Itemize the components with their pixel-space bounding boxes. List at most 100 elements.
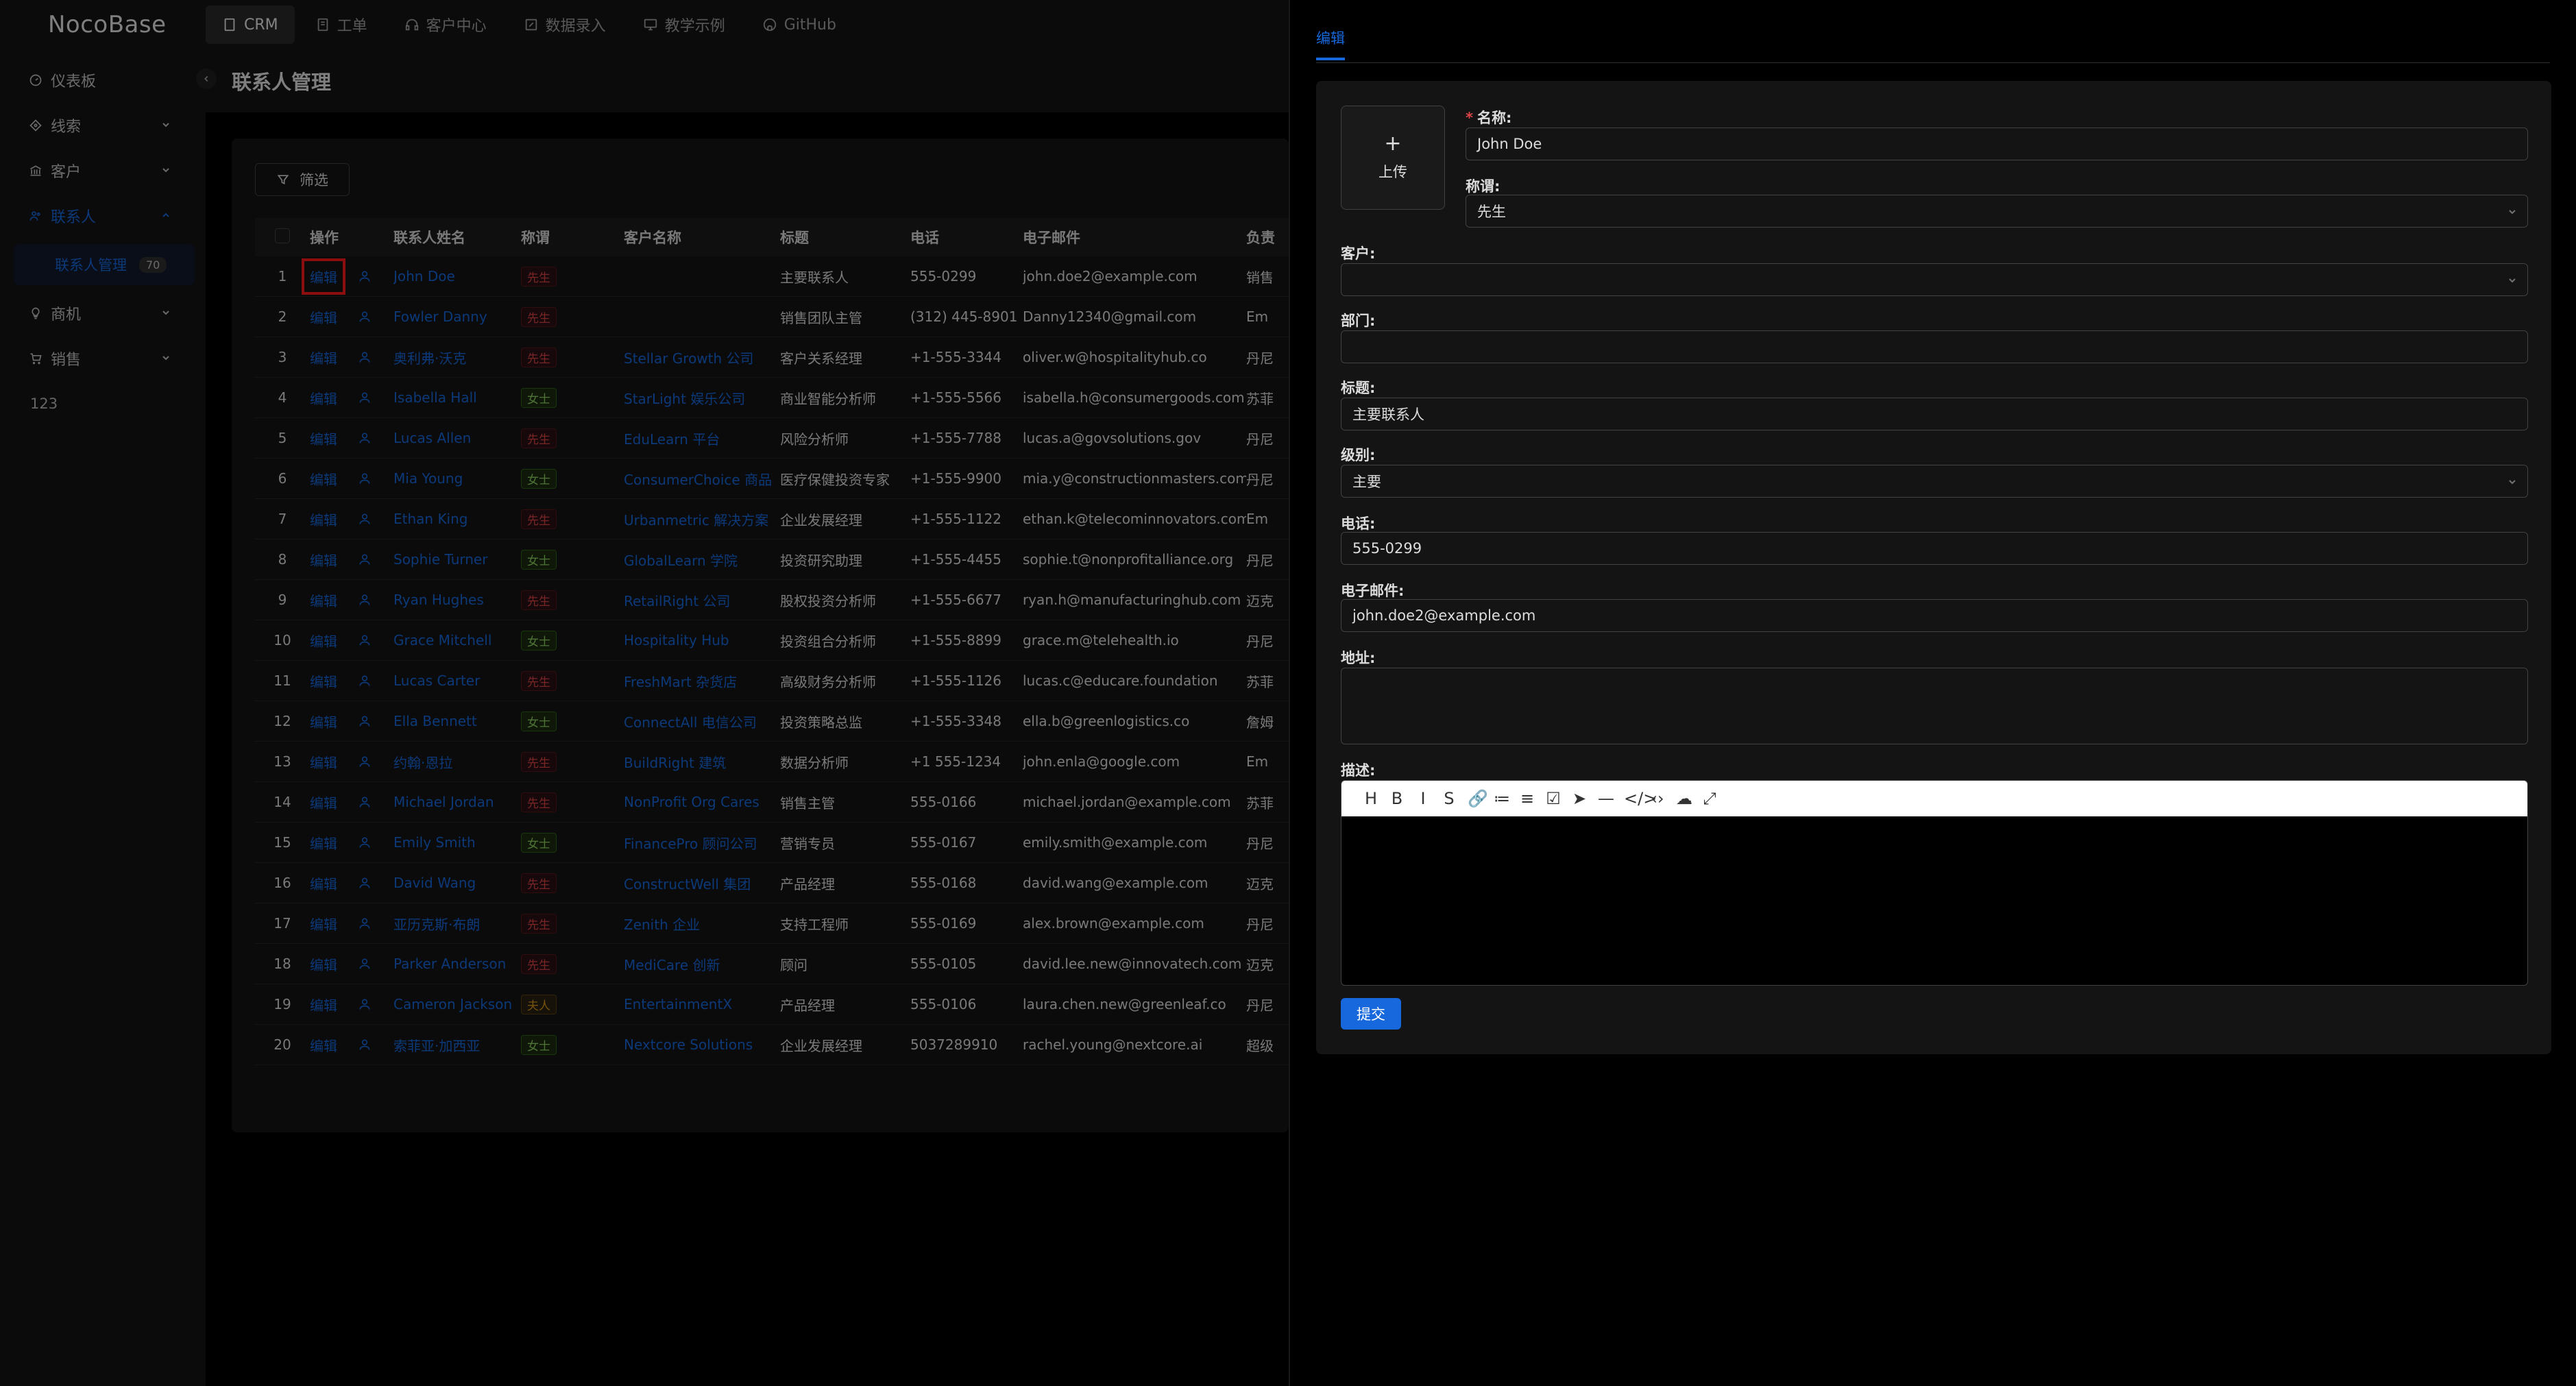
- checklist-icon[interactable]: ☑: [1546, 789, 1561, 808]
- submit-button[interactable]: 提交: [1341, 998, 1401, 1030]
- sidebar-item-contact-management[interactable]: 联系人管理 70: [14, 244, 195, 285]
- edit-link[interactable]: 编辑: [310, 914, 337, 934]
- contact-name-link[interactable]: Emily Smith: [393, 834, 521, 851]
- customer-link[interactable]: RetailRight 公司: [624, 590, 780, 610]
- user-icon[interactable]: [358, 674, 372, 688]
- header-customer[interactable]: 客户名称: [624, 227, 780, 247]
- edit-link[interactable]: 编辑: [310, 550, 337, 570]
- edit-link[interactable]: 编辑: [310, 307, 337, 327]
- user-icon[interactable]: [358, 876, 372, 890]
- user-icon[interactable]: [358, 836, 372, 849]
- user-icon[interactable]: [358, 795, 372, 809]
- customer-link[interactable]: ConsumerChoice 商品: [624, 469, 780, 489]
- edit-link[interactable]: 编辑: [310, 428, 337, 448]
- user-icon[interactable]: [358, 593, 372, 607]
- user-icon[interactable]: [358, 350, 372, 364]
- edit-link[interactable]: 编辑: [310, 833, 337, 853]
- italic-icon[interactable]: I: [1415, 789, 1431, 808]
- customer-link[interactable]: Zenith 企业: [624, 914, 780, 934]
- sidebar-item-dashboard[interactable]: 仪表板: [0, 58, 206, 103]
- contact-name-link[interactable]: Ryan Hughes: [393, 592, 521, 608]
- sidebar-item-customers[interactable]: 客户: [0, 148, 206, 193]
- inline-code-icon[interactable]: ‹›: [1650, 789, 1665, 808]
- contact-name-link[interactable]: John Doe: [393, 268, 521, 284]
- fullscreen-icon[interactable]: ⤢: [1702, 789, 1717, 808]
- sidebar-item-extra[interactable]: 123: [0, 381, 206, 426]
- customer-link[interactable]: FinancePro 顾问公司: [624, 833, 780, 853]
- header-name[interactable]: 联系人姓名: [393, 227, 521, 247]
- edit-link[interactable]: 编辑: [302, 258, 345, 295]
- customer-link[interactable]: Stellar Growth 公司: [624, 348, 780, 367]
- strikethrough-icon[interactable]: S: [1442, 789, 1457, 808]
- header-email[interactable]: 电子邮件: [1023, 227, 1246, 247]
- edit-link[interactable]: 编辑: [310, 631, 337, 651]
- user-icon[interactable]: [358, 997, 372, 1011]
- contact-name-link[interactable]: 索菲亚·加西亚: [393, 1035, 521, 1055]
- customer-select[interactable]: [1341, 263, 2528, 296]
- user-icon[interactable]: [358, 269, 372, 283]
- customer-link[interactable]: Hospitality Hub: [624, 632, 780, 648]
- user-icon[interactable]: [358, 310, 372, 324]
- contact-name-link[interactable]: Parker Anderson: [393, 956, 521, 972]
- header-title[interactable]: 标题: [780, 227, 910, 247]
- customer-link[interactable]: Urbanmetric 解决方案: [624, 509, 780, 529]
- contact-name-link[interactable]: 亚历克斯·布朗: [393, 914, 521, 934]
- edit-link[interactable]: 编辑: [310, 873, 337, 893]
- contact-name-link[interactable]: Michael Jordan: [393, 794, 521, 810]
- name-field[interactable]: John Doe: [1466, 127, 2528, 160]
- edit-link[interactable]: 编辑: [310, 509, 337, 529]
- bullet-list-icon[interactable]: ≔: [1494, 789, 1510, 808]
- edit-link[interactable]: 编辑: [310, 995, 337, 1014]
- sidebar-item-opportunities[interactable]: 商机: [0, 291, 206, 336]
- customer-link[interactable]: GlobalLearn 学院: [624, 550, 780, 570]
- user-icon[interactable]: [358, 512, 372, 526]
- customer-link[interactable]: EduLearn 平台: [624, 428, 780, 448]
- select-all-checkbox[interactable]: [275, 228, 290, 243]
- title-field[interactable]: 主要联系人: [1341, 398, 2528, 430]
- topnav-github[interactable]: GitHub: [746, 5, 853, 44]
- customer-link[interactable]: FreshMart 杂货店: [624, 671, 780, 691]
- edit-link[interactable]: 编辑: [310, 712, 337, 731]
- user-icon[interactable]: [358, 472, 372, 485]
- user-icon[interactable]: [358, 714, 372, 728]
- contact-name-link[interactable]: Ella Bennett: [393, 713, 521, 729]
- salutation-select[interactable]: 先生: [1466, 195, 2528, 228]
- sidebar-item-contacts[interactable]: 联系人: [0, 193, 206, 239]
- header-salutation[interactable]: 称谓: [521, 227, 624, 247]
- edit-link[interactable]: 编辑: [310, 752, 337, 772]
- user-icon[interactable]: [358, 391, 372, 404]
- edit-link[interactable]: 编辑: [310, 348, 337, 367]
- divider-icon[interactable]: —: [1598, 789, 1614, 808]
- user-icon[interactable]: [358, 1038, 372, 1051]
- sidebar-item-sales[interactable]: 销售: [0, 336, 206, 381]
- contact-name-link[interactable]: Grace Mitchell: [393, 632, 521, 648]
- sidebar-item-leads[interactable]: 线索: [0, 103, 206, 148]
- ordered-list-icon[interactable]: ≡: [1520, 789, 1535, 808]
- customer-link[interactable]: Nextcore Solutions: [624, 1036, 780, 1053]
- edit-link[interactable]: 编辑: [310, 1035, 337, 1055]
- topnav-data-entry[interactable]: 数据录入: [507, 5, 622, 44]
- contact-name-link[interactable]: Ethan King: [393, 511, 521, 527]
- user-icon[interactable]: [358, 755, 372, 768]
- upload-icon[interactable]: ☁: [1676, 789, 1692, 808]
- contact-name-link[interactable]: Lucas Allen: [393, 430, 521, 446]
- topnav-crm[interactable]: CRM: [206, 5, 295, 44]
- contact-name-link[interactable]: Lucas Carter: [393, 672, 521, 689]
- header-owner[interactable]: 负责: [1246, 227, 1289, 247]
- link-icon[interactable]: 🔗: [1468, 789, 1488, 808]
- contact-name-link[interactable]: Mia Young: [393, 470, 521, 487]
- upload-button[interactable]: + 上传: [1341, 106, 1445, 210]
- customer-link[interactable]: EntertainmentX: [624, 996, 780, 1012]
- address-textarea[interactable]: [1341, 668, 2528, 744]
- send-icon[interactable]: ➤: [1572, 789, 1587, 808]
- phone-field[interactable]: 555-0299: [1341, 532, 2528, 565]
- edit-link[interactable]: 编辑: [310, 954, 337, 974]
- user-icon[interactable]: [358, 916, 372, 930]
- sidebar-collapse-button[interactable]: [196, 69, 217, 89]
- contact-name-link[interactable]: 约翰·恩拉: [393, 752, 521, 772]
- customer-link[interactable]: ConnectAll 电信公司: [624, 712, 780, 731]
- user-icon[interactable]: [358, 957, 372, 971]
- email-field[interactable]: john.doe2@example.com: [1341, 599, 2528, 632]
- edit-link[interactable]: 编辑: [310, 469, 337, 489]
- contact-name-link[interactable]: 奥利弗·沃克: [393, 348, 521, 367]
